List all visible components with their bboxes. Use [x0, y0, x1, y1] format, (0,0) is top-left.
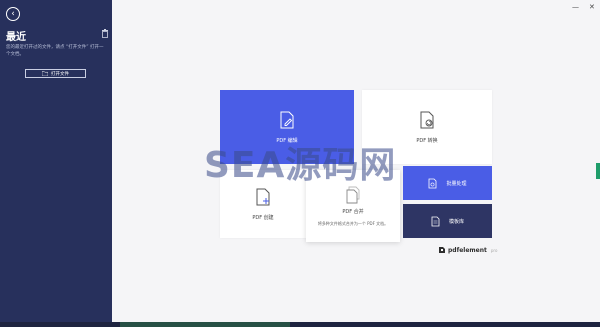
batch-process-card[interactable]: 批量处理 — [403, 166, 492, 200]
watermark-text: SEA源码网 — [204, 145, 397, 186]
side-scroll-tab[interactable] — [596, 163, 600, 179]
back-button[interactable]: ‹ — [6, 7, 20, 21]
create-document-icon — [256, 188, 270, 205]
chevron-left-icon: ‹ — [11, 8, 15, 19]
brand-edition: pro — [490, 247, 498, 253]
sidebar-description: 您的最近打开过的文件，请点 “打开文件” 打开一个文档。 — [6, 45, 104, 57]
pdf-merge-subtitle: 将多种文件格式合并为一个 PDF 文档。 — [317, 220, 389, 226]
pdf-merge-label: PDF 合并 — [342, 208, 364, 215]
convert-document-icon — [420, 111, 434, 128]
brand-logo: pdfelement pro — [438, 246, 497, 254]
merge-document-icon — [346, 186, 360, 203]
pdfelement-logo-icon — [439, 247, 445, 253]
taskbar-segment — [120, 322, 290, 327]
open-file-label: 打开文件 — [51, 71, 69, 77]
batch-document-icon — [429, 178, 437, 188]
template-library-label: 模板库 — [448, 218, 464, 225]
sidebar-title: 最近 — [6, 32, 26, 43]
brand-name: pdfelement — [448, 246, 487, 254]
edit-document-icon — [280, 111, 294, 128]
pdf-create-label: PDF 创建 — [252, 214, 274, 221]
pdf-convert-label: PDF 转换 — [416, 137, 438, 144]
template-library-card[interactable]: 模板库 — [403, 204, 492, 238]
taskbar — [0, 322, 600, 327]
batch-process-label: 批量处理 — [446, 180, 467, 187]
sidebar: ‹ 最近 您的最近打开过的文件，请点 “打开文件” 打开一个文档。 打开文件 — [0, 0, 112, 327]
close-button[interactable]: ✕ — [589, 3, 595, 11]
trash-icon[interactable] — [101, 29, 109, 38]
folder-icon — [42, 71, 48, 76]
minimize-button[interactable]: — — [572, 3, 579, 11]
open-file-button[interactable]: 打开文件 — [25, 69, 86, 78]
template-icon — [431, 216, 440, 226]
